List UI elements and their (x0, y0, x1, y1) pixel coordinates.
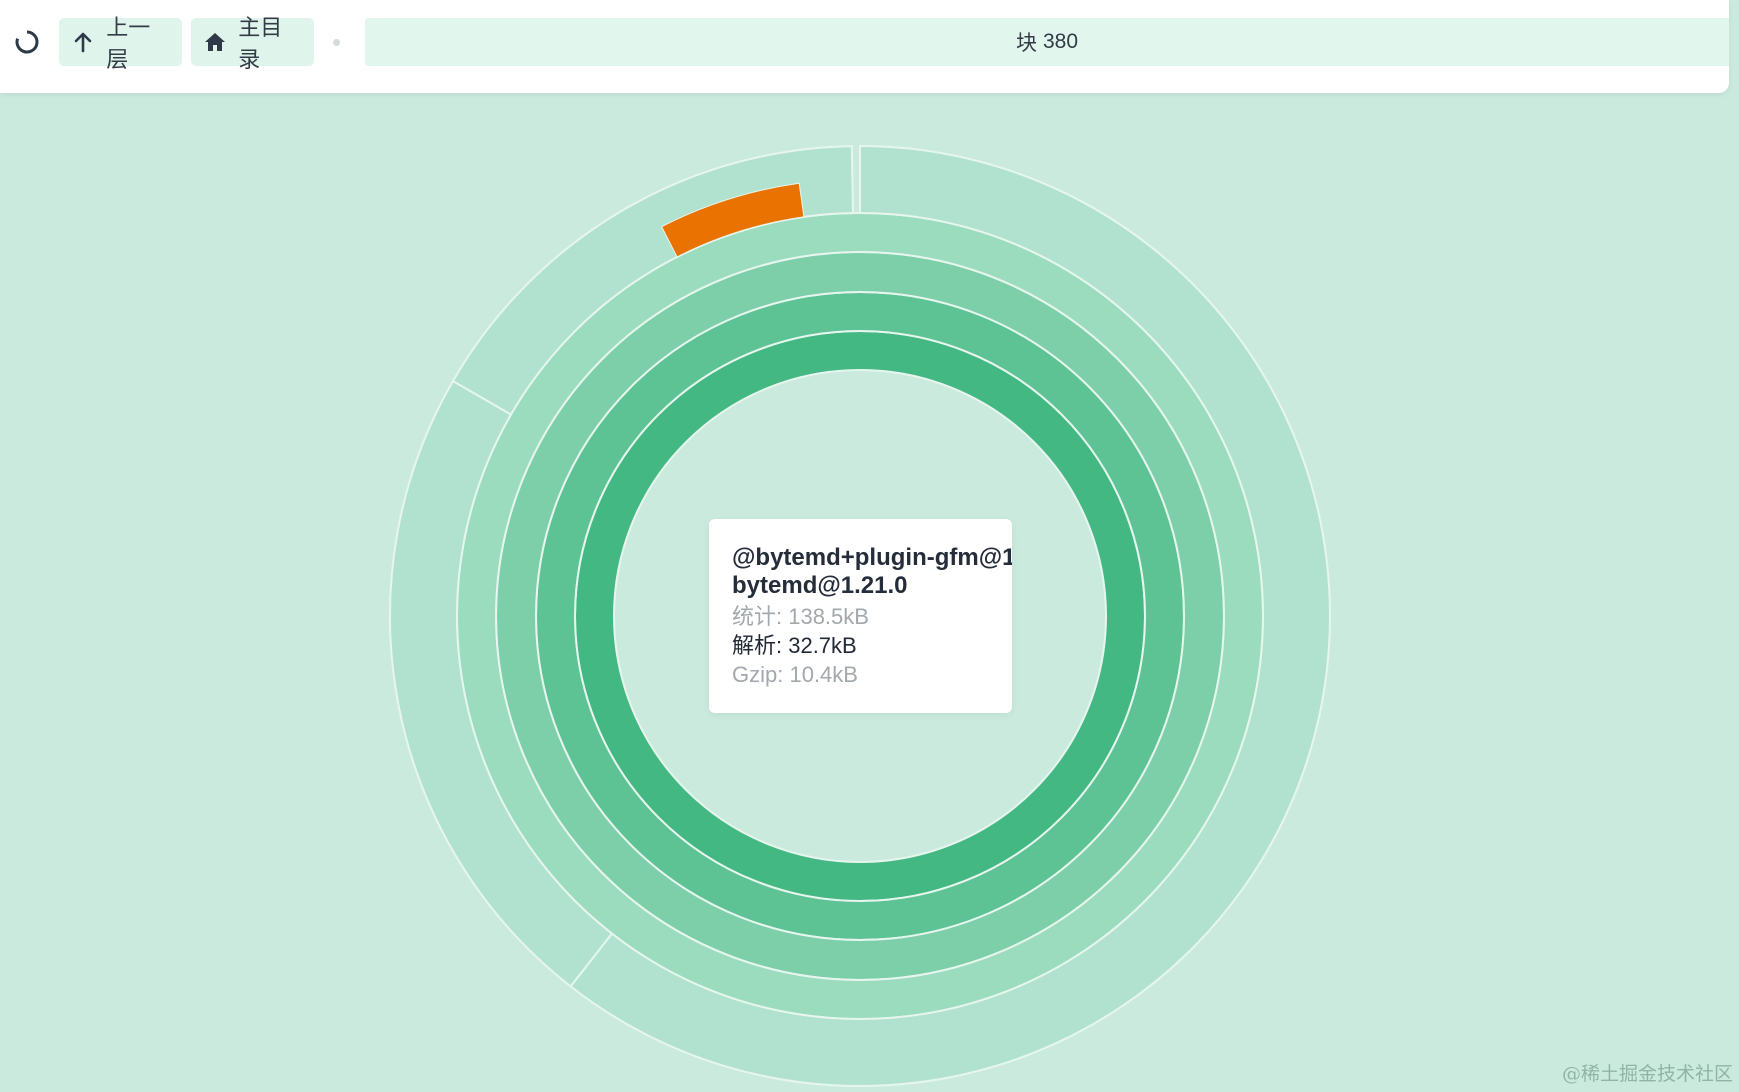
tooltip-parsed-size: 解析: 32.7kB (732, 633, 857, 658)
tooltip: @bytemd+plugin-gfm@1.21.0_bytemd@1.21.0 … (709, 519, 1012, 713)
tooltip-gzip-size: Gzip: 10.4kB (732, 662, 858, 687)
tooltip-module-name: @bytemd+plugin-gfm@1.21.0_bytemd@1.21.0 (732, 544, 1012, 599)
watermark: @稀土掘金技术社区 (1561, 1063, 1733, 1085)
tooltip-stat-size: 统计: 138.5kB (732, 604, 869, 629)
